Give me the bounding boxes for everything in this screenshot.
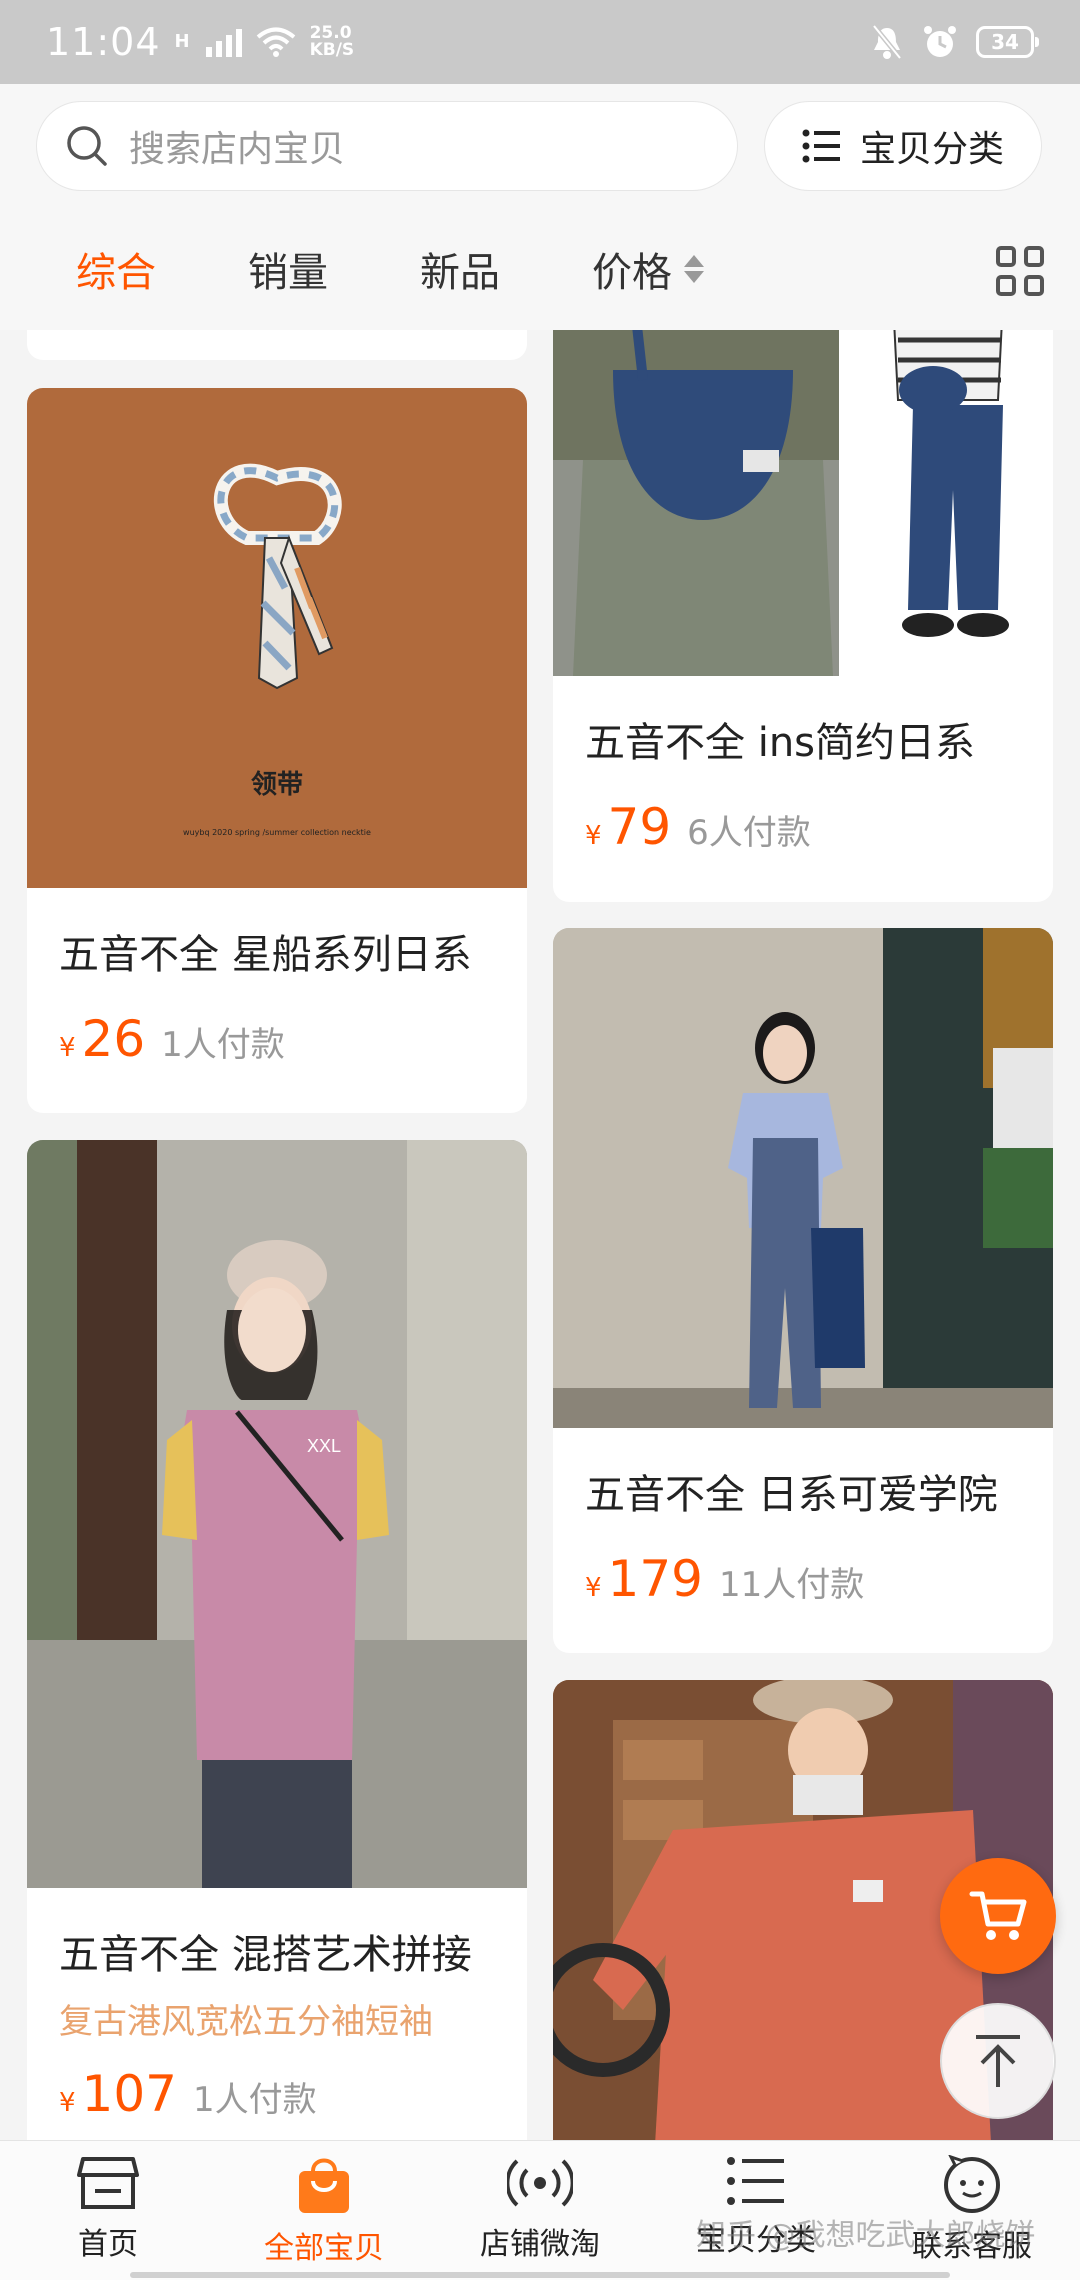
battery-indicator: 34 [976,26,1039,58]
cart-icon [969,1891,1027,1940]
necktie-illustration [214,463,342,690]
product-card[interactable]: 领带 wuybq 2020 spring /summer collection … [27,388,527,1113]
tab-new[interactable]: 新品 [420,240,500,298]
product-image: 领带 wuybq 2020 spring /summer collection … [27,388,527,888]
product-card[interactable]: 五音不全 日系可爱学院 ¥ 179 11人付款 [553,928,1053,1653]
search-input[interactable]: 搜索店内宝贝 [36,101,738,191]
shopping-bag-icon [299,2158,349,2213]
tab-price[interactable]: 价格 [592,240,704,298]
search-icon [67,126,107,166]
chat-face-icon [944,2155,1000,2213]
product-title: 五音不全 星船系列日系 [59,932,472,978]
nav-home[interactable]: 首页 [0,2141,216,2280]
nav-shop-feed[interactable]: 店铺微淘 [432,2141,648,2280]
necktie-subcaption: wuybq 2020 spring /summer collection nec… [183,828,371,837]
price-line: ¥ 179 11人付款 [585,1550,865,1608]
necktie-caption: 领带 [250,770,303,800]
shop-page: 11:04 H 25.0 KB/S 34 搜索店内宝贝 宝贝分类 综合 销量 新… [0,0,1080,2280]
tab-sales[interactable]: 销量 [248,240,328,298]
status-time: 11:04 [46,20,161,64]
nav-all-items[interactable]: 全部宝贝 [216,2141,432,2280]
price-line: ¥ 26 1人付款 [59,1010,285,1068]
alarm-icon [924,26,956,57]
status-bar: 11:04 H 25.0 KB/S 34 [0,0,1080,84]
broadcast-icon [507,2159,573,2207]
product-image [553,330,1053,676]
home-indicator [130,2272,950,2278]
signal-icon [205,27,242,57]
product-title: 五音不全 混搭艺术拼接 [59,1932,472,1978]
product-image [553,928,1053,1428]
hspa-indicator: H [174,31,190,52]
paid-count: 6人付款 [687,813,811,853]
arrow-up-icon [976,2035,1020,2087]
product-title: 五音不全 ins简约日系 [585,720,976,766]
paid-count: 1人付款 [192,2080,317,2120]
product-price: 26 [81,1010,146,1068]
sort-arrows-icon [684,255,704,283]
product-card-partial[interactable] [27,330,527,360]
product-price: 79 [607,798,672,856]
product-feed[interactable]: 领带 wuybq 2020 spring /summer collection … [0,330,1080,2140]
cart-button[interactable] [940,1858,1056,1974]
wifi-icon [256,27,295,57]
category-button-label: 宝贝分类 [859,129,1004,170]
product-price: 107 [81,2065,177,2123]
sort-tabs: 综合 销量 新品 价格 [0,208,1080,330]
product-subtitle: 复古港风宽松五分袖短袖 [59,2002,433,2042]
tshirt-photo: XXL [27,1140,527,1888]
category-button[interactable]: 宝贝分类 [764,101,1042,191]
list-icon [727,2157,784,2205]
product-price: 179 [607,1550,703,1608]
product-title: 五音不全 日系可爱学院 [585,1472,998,1518]
store-icon [77,2157,139,2209]
search-row: 搜索店内宝贝 宝贝分类 [0,84,1080,208]
list-icon [802,129,840,163]
mute-bell-icon [872,24,902,60]
bag-photo [553,330,1053,676]
back-to-top-button[interactable] [940,2003,1056,2119]
shirt-print-text: XXL [307,1436,341,1456]
price-line: ¥ 79 6人付款 [585,798,811,856]
watermark: 知乎 @我想吃武大郎烧饼 [696,2218,1036,2253]
network-speed: 25.0 KB/S [309,23,355,60]
product-card[interactable]: 五音不全 ins简约日系 ¥ 79 6人付款 [553,330,1053,902]
paid-count: 11人付款 [718,1565,865,1605]
search-placeholder: 搜索店内宝贝 [129,129,346,170]
product-card[interactable]: XXL 五音不全 混搭艺术拼接 复古港风宽松五分袖短袖 ¥ 107 1人付款 [27,1140,527,2140]
tab-comprehensive[interactable]: 综合 [76,240,156,298]
product-image: XXL [27,1140,527,1888]
grid-view-icon[interactable] [996,246,1046,296]
price-line: ¥ 107 1人付款 [59,2065,317,2123]
paid-count: 1人付款 [161,1025,285,1065]
overalls-photo [553,928,1053,1428]
